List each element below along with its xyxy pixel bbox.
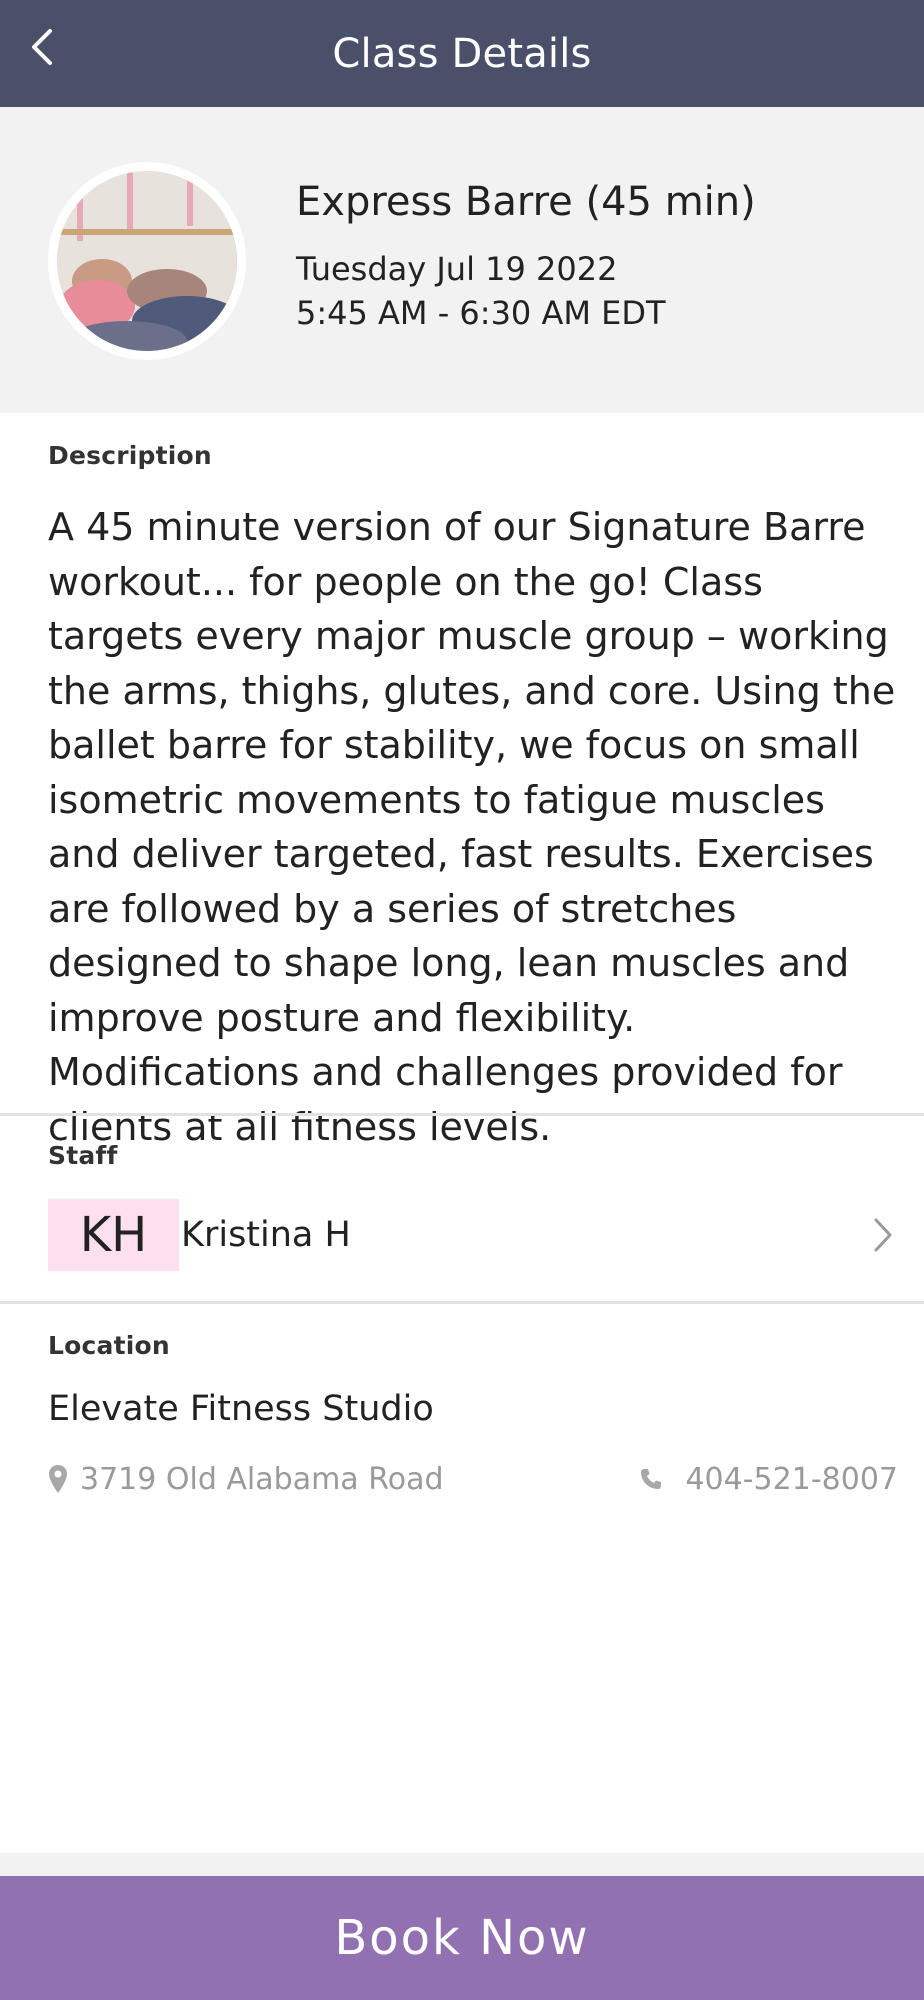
studio-name: Elevate Fitness Studio xyxy=(48,1389,434,1429)
class-avatar xyxy=(48,162,246,360)
class-date: Tuesday Jul 19 2022 xyxy=(296,250,618,288)
address-text: 3719 Old Alabama Road xyxy=(80,1461,444,1497)
divider xyxy=(0,1301,924,1304)
phone-link[interactable]: 404-521-8007 xyxy=(639,1462,898,1497)
staff-initials-badge: KH xyxy=(48,1199,179,1271)
staff-name: Kristina H xyxy=(181,1215,351,1255)
map-pin-icon xyxy=(49,1465,67,1493)
details-content: Description A 45 minute version of our S… xyxy=(0,413,924,1853)
class-name: Express Barre (45 min) xyxy=(296,179,756,225)
staff-section: Staff KH Kristina H xyxy=(48,1141,898,1271)
staff-chevron xyxy=(868,1211,898,1259)
chevron-right-icon xyxy=(874,1218,892,1252)
staff-row[interactable]: KH Kristina H xyxy=(48,1199,898,1271)
class-summary: Express Barre (45 min) Tuesday Jul 19 20… xyxy=(0,107,924,413)
location-label: Location xyxy=(48,1331,170,1360)
staff-label: Staff xyxy=(48,1141,118,1170)
description-text: A 45 minute version of our Signature Bar… xyxy=(48,505,896,1149)
page-title: Class Details xyxy=(332,30,592,77)
address-link[interactable]: 3719 Old Alabama Road xyxy=(48,1462,444,1497)
description-section: Description A 45 minute version of our S… xyxy=(48,441,898,1154)
class-time: 5:45 AM - 6:30 AM EDT xyxy=(296,294,666,332)
location-section: Location Elevate Fitness Studio 3719 Old… xyxy=(48,1331,898,1497)
location-contact-row: 3719 Old Alabama Road 404-521-8007 xyxy=(48,1459,898,1499)
back-button[interactable] xyxy=(22,22,62,72)
phone-text: 404-521-8007 xyxy=(685,1461,898,1497)
class-photo-illustration xyxy=(57,171,237,351)
app-header: Class Details xyxy=(0,0,924,107)
chevron-left-icon xyxy=(32,29,52,65)
phone-icon xyxy=(641,1469,662,1489)
class-photo xyxy=(57,171,237,351)
book-now-button[interactable]: Book Now xyxy=(0,1876,924,2000)
description-label: Description xyxy=(48,441,212,470)
divider xyxy=(0,1113,924,1116)
